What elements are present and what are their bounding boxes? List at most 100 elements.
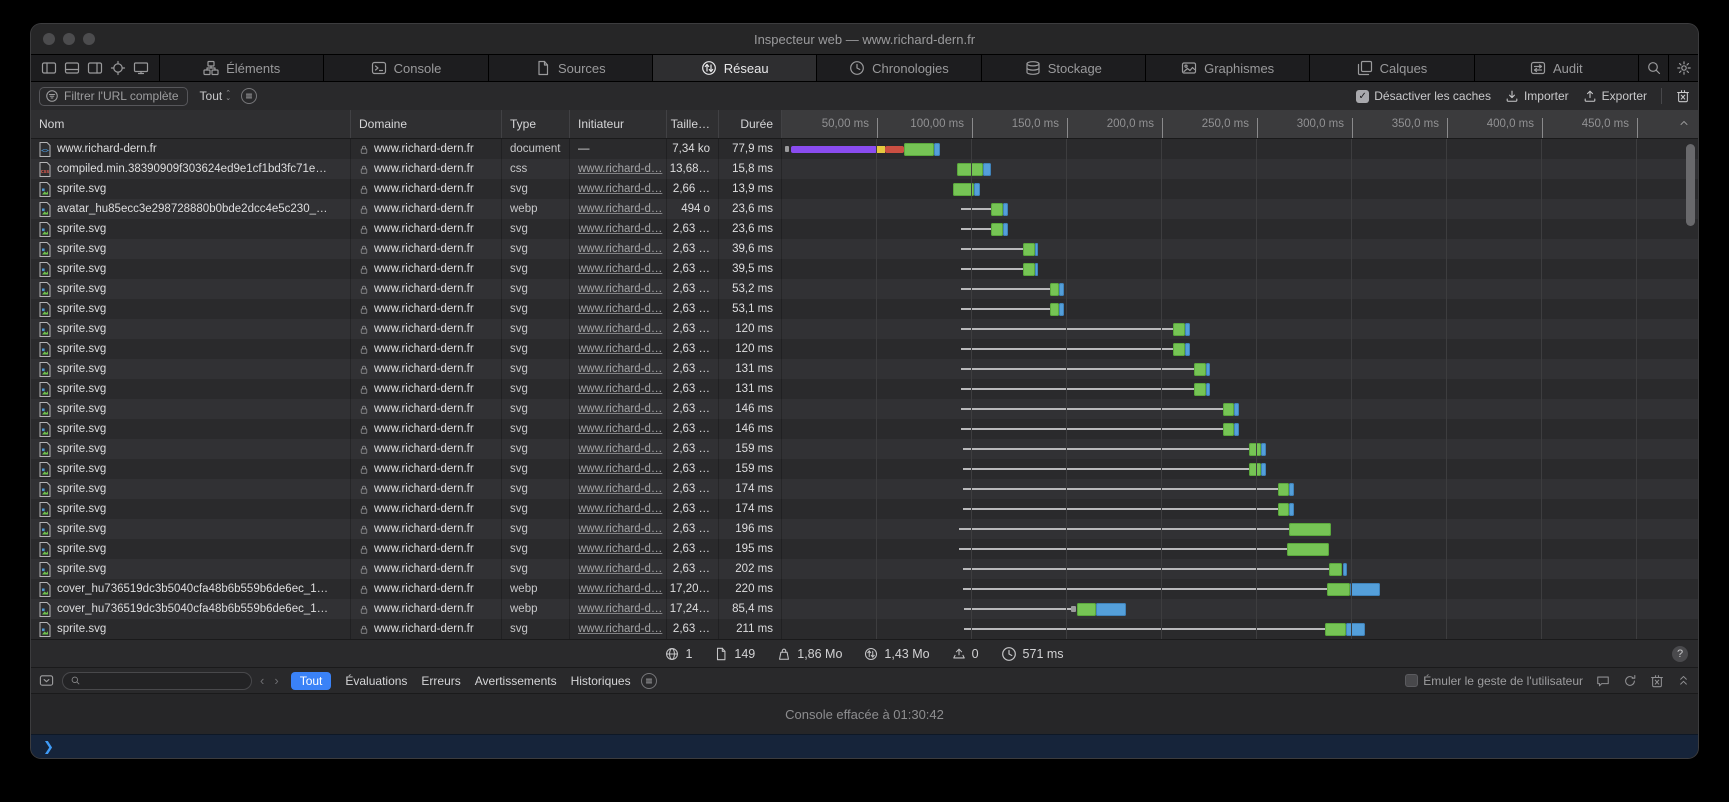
tab-reseau[interactable]: Réseau xyxy=(652,55,816,81)
initiator-link[interactable]: www.richard-d… xyxy=(578,283,662,295)
chevron-up-icon[interactable] xyxy=(1678,117,1690,129)
import-button[interactable]: Importer xyxy=(1505,89,1569,103)
chevron-left-icon[interactable]: ‹ xyxy=(260,673,264,688)
initiator-link[interactable]: www.richard-d… xyxy=(578,623,662,635)
table-row[interactable]: avatar_hu85ecc3e298728880b0bde2dcc4e5c23… xyxy=(31,199,1698,219)
table-row[interactable]: sprite.svgwww.richard-dern.frsvgwww.rich… xyxy=(31,219,1698,239)
tab-calques[interactable]: Calques xyxy=(1309,55,1473,81)
refresh-icon[interactable] xyxy=(1623,674,1637,688)
clear-console-icon[interactable] xyxy=(1650,674,1664,688)
console-filter-menu-icon[interactable] xyxy=(641,673,657,689)
tab-console[interactable]: Console xyxy=(323,55,487,81)
initiator-link[interactable]: www.richard-d… xyxy=(578,263,662,275)
initiator-link[interactable]: www.richard-d… xyxy=(578,323,662,335)
tab-graphismes[interactable]: Graphismes xyxy=(1145,55,1309,81)
initiator-link[interactable]: www.richard-d… xyxy=(578,443,662,455)
initiator-link[interactable]: www.richard-d… xyxy=(578,383,662,395)
table-row[interactable]: cover_hu736519dc3b5040cfa48b6b559b6de6ec… xyxy=(31,599,1698,619)
url-filter-input[interactable]: Filtrer l'URL complète xyxy=(39,87,188,106)
table-row[interactable]: sprite.svgwww.richard-dern.frsvgwww.rich… xyxy=(31,239,1698,259)
table-row[interactable]: sprite.svgwww.richard-dern.frsvgwww.rich… xyxy=(31,179,1698,199)
console-messages-icon[interactable] xyxy=(1596,674,1610,688)
column-header[interactable]: Domaine xyxy=(351,110,502,138)
clear-network-button[interactable] xyxy=(1676,89,1690,103)
initiator-link[interactable]: www.richard-d… xyxy=(578,303,662,315)
column-header[interactable]: Durée xyxy=(719,110,782,138)
initiator-link[interactable]: www.richard-d… xyxy=(578,603,662,615)
initiator-link[interactable]: www.richard-d… xyxy=(578,403,662,415)
initiator-link[interactable]: www.richard-d… xyxy=(578,563,662,575)
dock-bottom-icon[interactable] xyxy=(64,60,80,76)
initiator-link[interactable]: www.richard-d… xyxy=(578,583,662,595)
table-row[interactable]: sprite.svgwww.richard-dern.frsvgwww.rich… xyxy=(31,339,1698,359)
table-row[interactable]: sprite.svgwww.richard-dern.frsvgwww.rich… xyxy=(31,399,1698,419)
table-row[interactable]: sprite.svgwww.richard-dern.frsvgwww.rich… xyxy=(31,259,1698,279)
console-search-input[interactable] xyxy=(62,672,252,690)
tab-sources[interactable]: Sources xyxy=(488,55,652,81)
console-drawer-icon[interactable] xyxy=(39,673,54,688)
table-row[interactable]: sprite.svgwww.richard-dern.frsvgwww.rich… xyxy=(31,279,1698,299)
table-row[interactable]: cover_hu736519dc3b5040cfa48b6b559b6de6ec… xyxy=(31,579,1698,599)
table-row[interactable]: csscompiled.min.38390909f303624ed9e1cf1b… xyxy=(31,159,1698,179)
export-button[interactable]: Exporter xyxy=(1583,89,1647,103)
tab-audit[interactable]: Audit xyxy=(1474,55,1638,81)
table-row[interactable]: sprite.svgwww.richard-dern.frsvgwww.rich… xyxy=(31,619,1698,639)
emulate-gesture-checkbox[interactable]: Émuler le geste de l'utilisateur xyxy=(1405,674,1583,688)
help-button[interactable]: ? xyxy=(1672,646,1688,662)
console-scope-avertissements[interactable]: Avertissements xyxy=(475,674,557,688)
filter-menu-icon[interactable] xyxy=(241,88,257,104)
table-row[interactable]: sprite.svgwww.richard-dern.frsvgwww.rich… xyxy=(31,539,1698,559)
initiator-link[interactable]: www.richard-d… xyxy=(578,343,662,355)
initiator-link[interactable]: www.richard-d… xyxy=(578,203,662,215)
console-prompt[interactable]: ❯ xyxy=(31,734,1698,758)
table-row[interactable]: sprite.svgwww.richard-dern.frsvgwww.rich… xyxy=(31,419,1698,439)
console-scope-evaluations[interactable]: Évaluations xyxy=(345,674,407,688)
chevron-right-icon[interactable]: › xyxy=(274,673,278,688)
initiator-link[interactable]: www.richard-d… xyxy=(578,523,662,535)
console-scope-erreurs[interactable]: Erreurs xyxy=(421,674,460,688)
zoom-button[interactable] xyxy=(83,33,95,45)
initiator-link[interactable]: www.richard-d… xyxy=(578,483,662,495)
search-icon[interactable] xyxy=(1638,55,1668,81)
dock-left-icon[interactable] xyxy=(41,60,57,76)
initiator-link[interactable]: www.richard-d… xyxy=(578,463,662,475)
table-row[interactable]: sprite.svgwww.richard-dern.frsvgwww.rich… xyxy=(31,379,1698,399)
table-row[interactable]: sprite.svgwww.richard-dern.frsvgwww.rich… xyxy=(31,559,1698,579)
resource-type-select[interactable]: Tout ⌃⌄ xyxy=(200,89,232,103)
table-row[interactable]: sprite.svgwww.richard-dern.frsvgwww.rich… xyxy=(31,299,1698,319)
disable-caches-checkbox[interactable]: ✓ Désactiver les caches xyxy=(1356,89,1491,103)
tab-stockage[interactable]: Stockage xyxy=(981,55,1145,81)
initiator-link[interactable]: www.richard-d… xyxy=(578,363,662,375)
table-row[interactable]: sprite.svgwww.richard-dern.frsvgwww.rich… xyxy=(31,459,1698,479)
gear-icon[interactable] xyxy=(1668,55,1698,81)
table-row[interactable]: <>www.richard-dern.frwww.richard-dern.fr… xyxy=(31,139,1698,159)
close-button[interactable] xyxy=(43,33,55,45)
tab-elements[interactable]: Éléments xyxy=(160,55,323,81)
device-icon[interactable] xyxy=(133,60,149,76)
column-header[interactable]: Type xyxy=(502,110,570,138)
initiator-link[interactable]: www.richard-d… xyxy=(578,183,662,195)
table-row[interactable]: sprite.svgwww.richard-dern.frsvgwww.rich… xyxy=(31,499,1698,519)
column-header[interactable]: Taille… xyxy=(667,110,719,138)
table-row[interactable]: sprite.svgwww.richard-dern.frsvgwww.rich… xyxy=(31,519,1698,539)
timeline-header[interactable]: 50,00 ms 100,00 ms 150,0 ms 200,0 ms 250… xyxy=(782,110,1698,138)
tab-chronologies[interactable]: Chronologies xyxy=(816,55,980,81)
dock-right-icon[interactable] xyxy=(87,60,103,76)
column-header[interactable]: Nom xyxy=(31,110,351,138)
initiator-link[interactable]: www.richard-d… xyxy=(578,423,662,435)
collapse-console-icon[interactable] xyxy=(1677,674,1690,687)
element-picker-icon[interactable] xyxy=(110,60,126,76)
table-row[interactable]: sprite.svgwww.richard-dern.frsvgwww.rich… xyxy=(31,319,1698,339)
vertical-scrollbar[interactable] xyxy=(1686,144,1695,226)
initiator-link[interactable]: www.richard-d… xyxy=(578,503,662,515)
console-scope-tout[interactable]: Tout xyxy=(291,672,332,690)
initiator-link[interactable]: www.richard-d… xyxy=(578,163,662,175)
column-header[interactable]: Initiateur xyxy=(570,110,667,138)
console-scope-historiques[interactable]: Historiques xyxy=(571,674,631,688)
table-row[interactable]: sprite.svgwww.richard-dern.frsvgwww.rich… xyxy=(31,439,1698,459)
initiator-link[interactable]: www.richard-d… xyxy=(578,223,662,235)
initiator-link[interactable]: www.richard-d… xyxy=(578,543,662,555)
minimize-button[interactable] xyxy=(63,33,75,45)
table-row[interactable]: sprite.svgwww.richard-dern.frsvgwww.rich… xyxy=(31,359,1698,379)
table-row[interactable]: sprite.svgwww.richard-dern.frsvgwww.rich… xyxy=(31,479,1698,499)
